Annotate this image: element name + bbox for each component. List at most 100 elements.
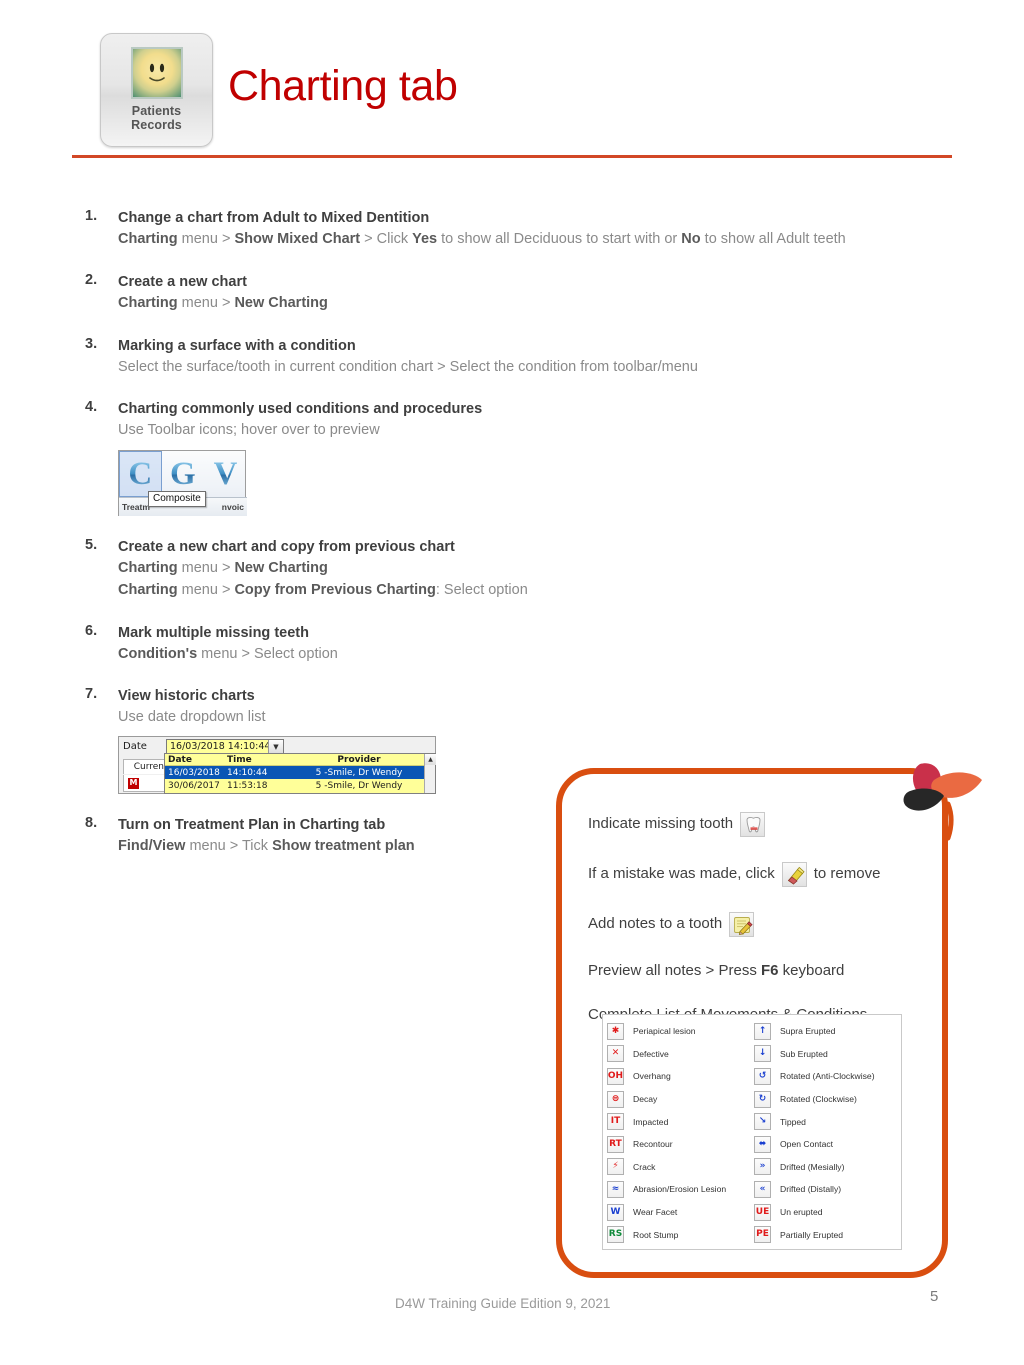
condition-glyph-icon[interactable]: ≈ bbox=[607, 1180, 624, 1198]
table-cell: 11:53:18 bbox=[227, 780, 268, 791]
condition-label: Overhang bbox=[633, 1071, 671, 1082]
chevron-down-icon[interactable]: ▼ bbox=[268, 740, 283, 754]
condition-label: Defective bbox=[633, 1048, 669, 1059]
condition-glyph-icon[interactable]: ↻ bbox=[754, 1090, 771, 1108]
date-list-row[interactable]: 16/03/2018 14:10:44 5 -Smile, Dr Wendy bbox=[165, 766, 435, 780]
condition-label: Drifted (Mesially) bbox=[780, 1161, 845, 1172]
text-fragment: to show all Adult teeth bbox=[700, 231, 846, 248]
table-cell: 5 -Smile, Dr Wendy bbox=[315, 780, 403, 791]
condition-glyph-icon[interactable]: ⬌ bbox=[754, 1135, 771, 1153]
step-spacer bbox=[85, 602, 945, 623]
condition-label: Partially Erupted bbox=[780, 1229, 844, 1240]
condition-label: Rotated (Anti-Clockwise) bbox=[780, 1071, 875, 1082]
step-spacer bbox=[85, 251, 945, 272]
condition-glyph-icon[interactable]: ✱ bbox=[607, 1022, 624, 1040]
page-number: 5 bbox=[930, 1288, 939, 1305]
condition-row: ↓ Sub Erupted bbox=[754, 1043, 901, 1066]
condition-glyph-icon[interactable]: « bbox=[754, 1180, 771, 1198]
step-number: 8. bbox=[85, 815, 98, 832]
toolbar-letter-glyph: G bbox=[170, 455, 196, 492]
toolbar-tooltip: Composite bbox=[148, 491, 206, 508]
condition-row: ↘ Tipped bbox=[754, 1110, 901, 1133]
date-dropdown-list[interactable]: Date Time Provider 16/03/2018 14:10:44 5 -Smi… bbox=[164, 753, 436, 795]
condition-row: ↻ Rotated (Clockwise) bbox=[754, 1088, 901, 1111]
chart-row-marker: M bbox=[123, 775, 167, 793]
step-detail-line: Use date dropdown list bbox=[118, 707, 945, 729]
conditions-column-right: ↑ Supra Erupted ↓ Sub Erupted ↺ Rotated (Anti… bbox=[754, 1020, 901, 1249]
step-spacer bbox=[85, 665, 945, 686]
step-number: 7. bbox=[85, 686, 98, 703]
emphasis-fragment: Show Mixed Chart bbox=[234, 231, 361, 248]
conditions-legend-table: ✱ Periapical lesion ✕ Defective OH Overhang ⊜ D… bbox=[602, 1014, 902, 1250]
page-header: Patients Records Charting tab bbox=[0, 0, 1024, 170]
condition-row: « Drifted (Distally) bbox=[754, 1178, 901, 1201]
date-combo-box[interactable]: 16/03/2018 14:10:44 ▼ bbox=[166, 739, 284, 755]
condition-glyph-icon[interactable]: ↘ bbox=[754, 1113, 771, 1131]
step-detail-line: Condition's menu > Select option bbox=[118, 644, 945, 666]
condition-label: Decay bbox=[633, 1094, 658, 1105]
text-fragment: menu > Tick bbox=[185, 838, 273, 855]
condition-glyph-icon[interactable]: IT bbox=[607, 1113, 624, 1131]
footer-caption: D4W Training Guide Edition 9, 2021 bbox=[395, 1296, 611, 1311]
condition-label: Open Contact bbox=[780, 1139, 834, 1150]
emphasis-fragment: New Charting bbox=[234, 294, 328, 311]
note-pencil-icon[interactable] bbox=[729, 912, 755, 937]
text-fragment: : Select option bbox=[435, 581, 528, 598]
condition-glyph-icon[interactable]: ↺ bbox=[754, 1067, 771, 1085]
condition-row: W Wear Facet bbox=[607, 1201, 754, 1224]
scroll-up-icon[interactable]: ▲ bbox=[425, 754, 436, 766]
text-fragment: menu > bbox=[177, 231, 235, 248]
condition-label: Abrasion/Erosion Lesion bbox=[633, 1184, 727, 1195]
step-number: 4. bbox=[85, 399, 98, 416]
table-cell: 5 -Smile, Dr Wendy bbox=[315, 767, 403, 778]
step-item: 1. Change a chart from Adult to Mixed Den… bbox=[85, 208, 945, 251]
condition-label: Rotated (Clockwise) bbox=[780, 1094, 857, 1105]
condition-glyph-icon[interactable]: RS bbox=[607, 1226, 624, 1244]
emphasis-fragment: Charting bbox=[118, 294, 178, 311]
condition-glyph-icon[interactable]: ↓ bbox=[754, 1045, 771, 1063]
column-header: Provider bbox=[337, 754, 381, 765]
date-list-row[interactable]: 30/06/2017 11:53:18 5 -Smile, Dr Wendy bbox=[165, 779, 435, 792]
missing-tooth-icon[interactable] bbox=[740, 812, 766, 837]
step-title: Create a new chart bbox=[118, 273, 247, 290]
callout-line: If a mistake was made, click to remove bbox=[588, 862, 942, 887]
condition-glyph-icon[interactable]: ✕ bbox=[607, 1045, 624, 1063]
condition-row: ✱ Periapical lesion bbox=[607, 1020, 754, 1043]
condition-glyph-icon[interactable]: RT bbox=[607, 1135, 624, 1153]
step-body: Mark multiple missing teeth Condition's m… bbox=[118, 623, 945, 666]
text-fragment: menu > bbox=[177, 294, 235, 311]
date-combo-value: 16/03/2018 14:10:44 bbox=[170, 741, 271, 753]
step-item: 5. Create a new chart and copy from previ… bbox=[85, 537, 945, 602]
condition-glyph-icon[interactable]: OH bbox=[607, 1067, 624, 1085]
tile-label-line1: Patients bbox=[131, 104, 182, 118]
smiley-face-icon bbox=[130, 47, 183, 99]
step-body: Create a new chart Charting menu > New Ch… bbox=[118, 272, 945, 315]
tips-callout: Indicate missing tooth If a mistake was m… bbox=[556, 768, 948, 1278]
step-detail-line: Charting menu > Copy from Previous Chart… bbox=[118, 580, 945, 602]
toolbar-letter-v-icon[interactable]: V bbox=[204, 451, 247, 497]
step-title: Marking a surface with a condition bbox=[118, 337, 356, 354]
current-chart-cell: Curren bbox=[123, 759, 167, 775]
eraser-icon[interactable] bbox=[781, 862, 807, 887]
condition-glyph-icon[interactable]: ↑ bbox=[754, 1022, 771, 1040]
step-detail-line: Charting menu > Show Mixed Chart > Click… bbox=[118, 229, 945, 251]
toolbar-caption-right: nvoic bbox=[221, 502, 244, 513]
step-item: 2. Create a new chart Charting menu > New … bbox=[85, 272, 945, 315]
condition-glyph-icon[interactable]: ⚡ bbox=[607, 1158, 624, 1176]
date-list-header: Date Time Provider bbox=[165, 754, 435, 767]
emphasis-fragment: Charting bbox=[118, 231, 178, 248]
condition-glyph-icon[interactable]: UE bbox=[754, 1203, 771, 1221]
condition-glyph-icon[interactable]: » bbox=[754, 1158, 771, 1176]
step-detail-line: Select the surface/tooth in current cond… bbox=[118, 357, 945, 379]
emphasis-fragment: Charting bbox=[118, 581, 178, 598]
condition-glyph-icon[interactable]: ⊜ bbox=[607, 1090, 624, 1108]
emphasis-fragment: F6 bbox=[761, 962, 779, 979]
condition-row: » Drifted (Mesially) bbox=[754, 1156, 901, 1179]
callout-line: Preview all notes > Press F6 keyboard bbox=[588, 962, 942, 981]
condition-glyph-icon[interactable]: W bbox=[607, 1203, 624, 1221]
scrollbar[interactable]: ▲ bbox=[424, 754, 436, 794]
step-detail-line: Charting menu > New Charting bbox=[118, 293, 945, 315]
step-title: Charting commonly used conditions and pr… bbox=[118, 401, 483, 418]
page-title: Charting tab bbox=[228, 62, 458, 110]
condition-glyph-icon[interactable]: PE bbox=[754, 1226, 771, 1244]
